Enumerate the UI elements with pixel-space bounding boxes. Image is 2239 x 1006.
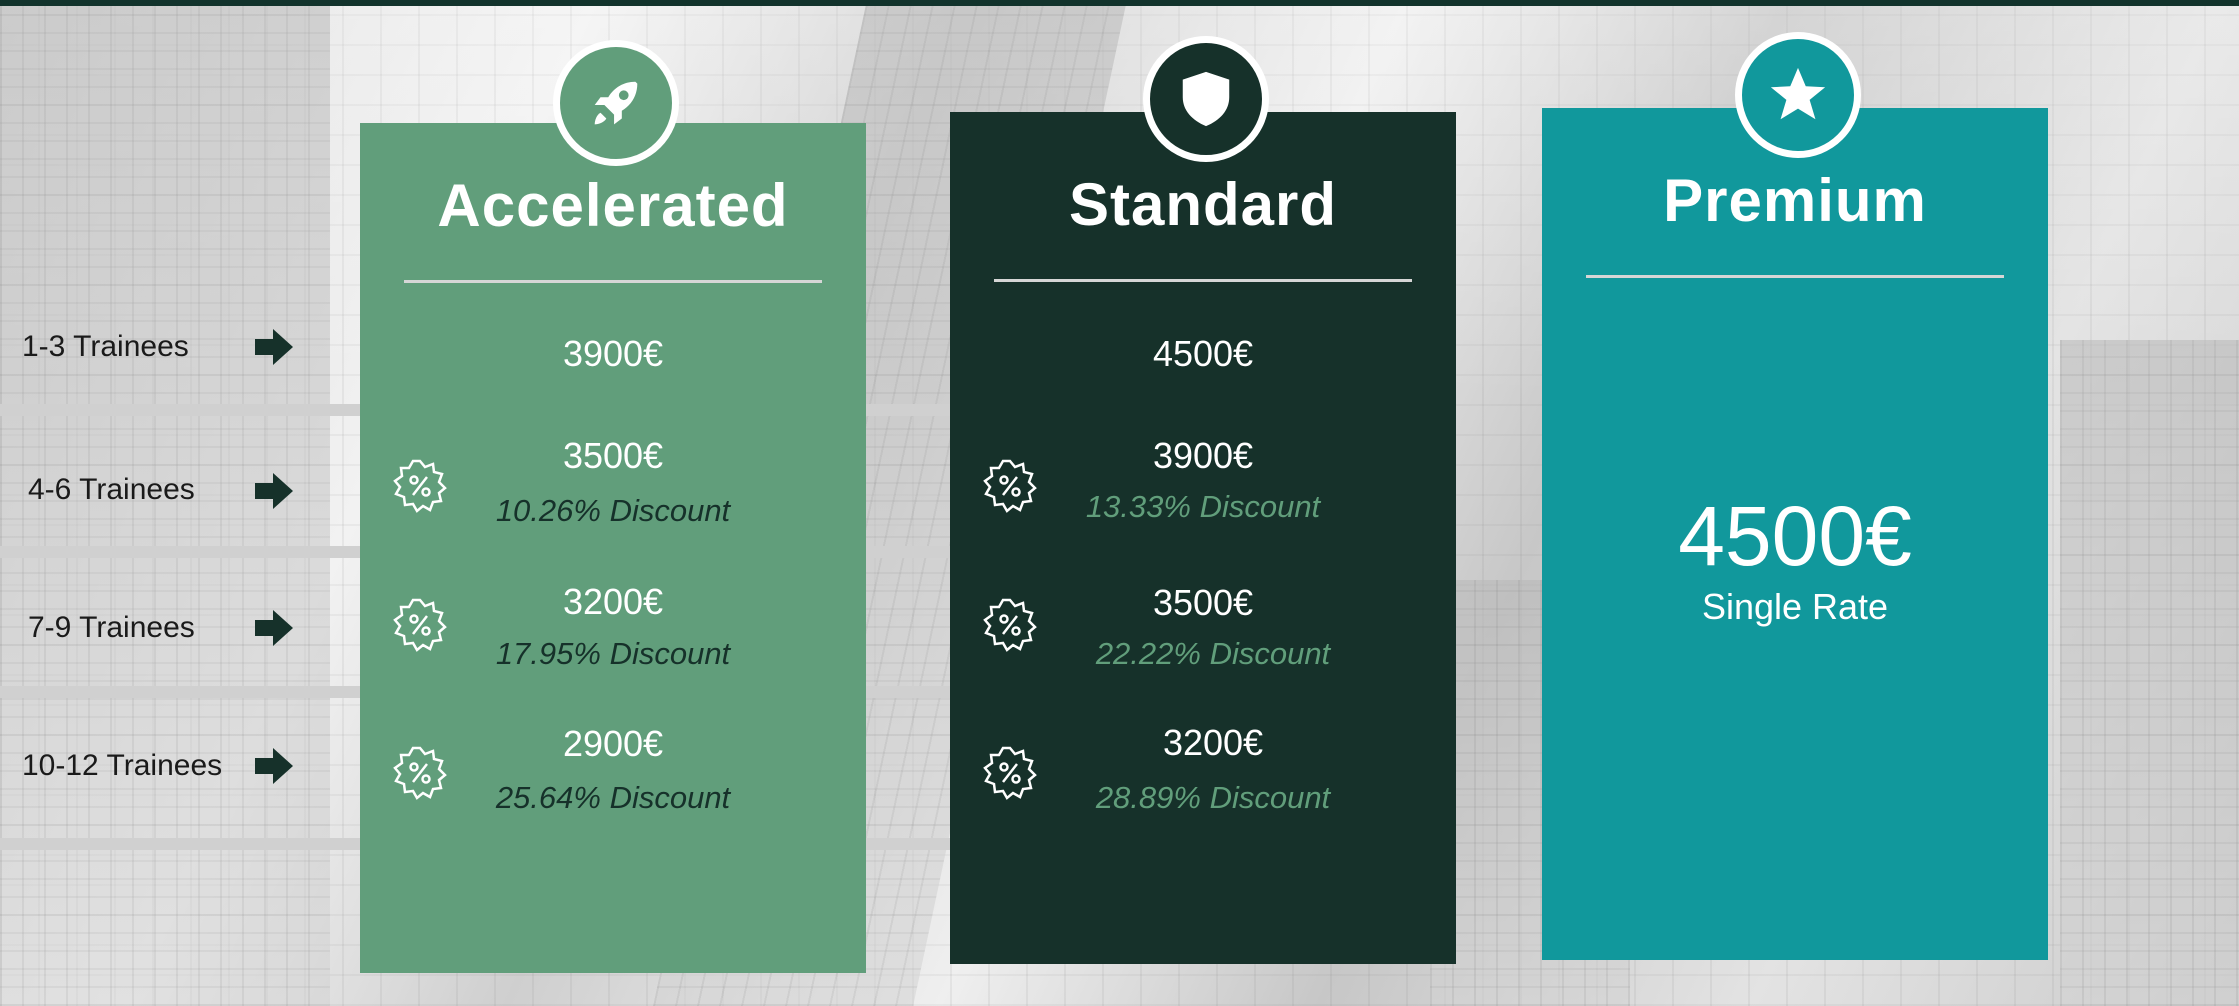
arrow-right-icon [255,329,293,365]
row-label-1-3-trainees: 1-3 Trainees [22,330,189,363]
title-divider [1586,275,2004,278]
discount-4-6: 13.33% Discount [1085,489,1321,524]
discount-10-12: 28.89% Discount [1095,780,1331,815]
premium-subtitle: Single Rate [1701,586,1889,627]
arrow-right-icon [255,610,293,646]
plan-title: Accelerated [437,172,789,239]
shield-icon-badge [1143,36,1269,162]
row-label-7-9-trainees: 7-9 Trainees [28,611,195,644]
price-10-12: 3200€ [1162,722,1264,763]
price-1-3: 3900€ [562,333,664,374]
price-7-9: 3200€ [562,581,664,622]
star-icon [1770,67,1826,120]
discount-10-12: 25.64% Discount [495,780,731,815]
row-label-4-6-trainees: 4-6 Trainees [28,473,195,506]
rocket-icon [594,81,638,125]
top-accent-bar [0,0,2239,6]
arrow-right-icon [255,473,293,509]
plan-card-premium: Premium 4500€ Single Rate [1542,108,2048,960]
price-10-12: 2900€ [562,723,664,764]
discount-7-9: 17.95% Discount [495,636,731,671]
shield-icon [1182,71,1230,127]
row-label-10-12-trainees: 10-12 Trainees [22,749,223,782]
plan-title: Standard [1068,171,1338,238]
plan-card-accelerated: Accelerated 3900€ 3500€ 10.26% Discount … [360,123,866,973]
discount-7-9: 22.22% Discount [1095,636,1331,671]
price-7-9: 3500€ [1152,582,1254,623]
background-tower [2060,340,2239,1006]
star-icon-badge [1735,32,1861,158]
title-divider [404,280,822,283]
arrow-right-icon [255,748,293,784]
price-4-6: 3500€ [562,435,664,476]
discount-4-6: 10.26% Discount [495,493,731,528]
premium-price: 4500€ [1678,489,1912,583]
title-divider [994,279,1412,282]
price-1-3: 4500€ [1152,333,1254,374]
rocket-icon-badge [553,40,679,166]
plan-card-standard: Standard 4500€ 3900€ 13.33% Discount 350… [950,112,1456,964]
plan-title: Premium [1663,167,1927,234]
price-4-6: 3900€ [1152,435,1254,476]
